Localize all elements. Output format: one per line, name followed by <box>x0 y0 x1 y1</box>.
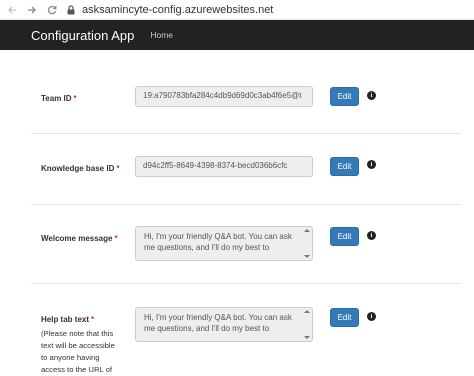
help-tab-edit-button[interactable]: Edit <box>330 308 359 327</box>
app-navbar: Configuration App Home <box>0 20 474 50</box>
address-bar[interactable]: asksamincyte-config.azurewebsites.net <box>66 2 273 18</box>
browser-toolbar: asksamincyte-config.azurewebsites.net <box>0 0 474 20</box>
info-icon[interactable]: i <box>367 160 376 169</box>
welcome-message-text: Hi, I'm your friendly Q&A bot. You can a… <box>144 232 292 252</box>
welcome-message-textarea[interactable]: Hi, I'm your friendly Q&A bot. You can a… <box>135 226 313 261</box>
info-icon[interactable]: i <box>367 312 376 321</box>
team-id-edit-button[interactable]: Edit <box>330 87 359 106</box>
url-text: asksamincyte-config.azurewebsites.net <box>82 3 274 16</box>
knowledge-base-id-field[interactable]: d94c2ff5-8649-4398-8374-becd036b6cfc <box>135 156 313 177</box>
divider <box>31 204 461 205</box>
required-marker: * <box>91 315 95 324</box>
lock-icon <box>66 4 76 16</box>
required-marker: * <box>73 94 77 103</box>
team-id-label: Team ID * <box>41 94 77 103</box>
help-tab-textarea[interactable]: Hi, I'm your friendly Q&A bot. You can a… <box>135 307 313 342</box>
divider <box>31 283 461 284</box>
info-icon[interactable]: i <box>367 91 376 100</box>
forward-arrow-icon[interactable] <box>24 2 40 18</box>
help-tab-note: (Please note that this text will be acce… <box>41 329 115 374</box>
welcome-message-label: Welcome message * <box>41 234 118 243</box>
welcome-message-edit-button[interactable]: Edit <box>330 227 359 246</box>
team-id-field[interactable]: 19:a790783bfa284c4db9d69d0c3ab4f6e5@t <box>135 86 313 107</box>
app-brand[interactable]: Configuration App <box>31 28 134 43</box>
required-marker: * <box>114 234 118 243</box>
nav-home-link[interactable]: Home <box>150 30 173 40</box>
help-tab-text: Hi, I'm your friendly Q&A bot. You can a… <box>144 313 292 333</box>
scroll-up-arrow-icon[interactable] <box>304 229 310 232</box>
knowledge-base-id-label: Knowledge base ID * <box>41 164 120 173</box>
required-marker: * <box>116 164 120 173</box>
divider <box>31 133 461 134</box>
textarea-scrollbar[interactable] <box>303 228 311 259</box>
knowledge-base-id-edit-button[interactable]: Edit <box>330 157 359 176</box>
scroll-down-arrow-icon[interactable] <box>304 255 310 258</box>
scroll-up-arrow-icon[interactable] <box>304 310 310 313</box>
textarea-scrollbar[interactable] <box>303 309 311 340</box>
scroll-down-arrow-icon[interactable] <box>304 336 310 339</box>
help-tab-text-label: Help tab text * <box>41 315 95 324</box>
info-icon[interactable]: i <box>367 231 376 240</box>
back-arrow-icon[interactable] <box>4 2 20 18</box>
reload-icon[interactable] <box>44 2 60 18</box>
